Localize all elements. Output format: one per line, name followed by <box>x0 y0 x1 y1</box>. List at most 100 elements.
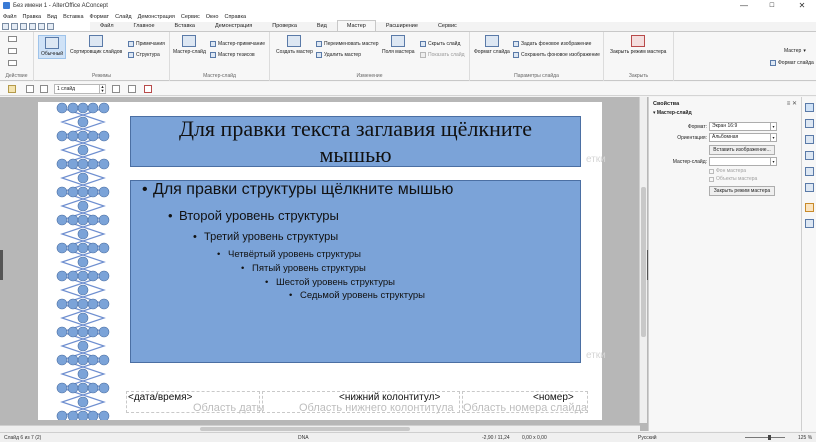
menu-tools[interactable]: Сервис <box>178 14 203 20</box>
orientation-select-value: Альбомная <box>712 134 739 140</box>
slide-sorter-button[interactable]: Сортировщик слайдов <box>70 35 122 55</box>
master-background-checkbox[interactable]: Фон мастера <box>709 168 746 174</box>
menu-help[interactable]: Справка <box>221 14 249 20</box>
orientation-select[interactable]: Альбомная ▾ <box>709 133 777 142</box>
animation-icon[interactable] <box>805 135 814 144</box>
status-zoom[interactable]: 125 % <box>798 435 812 441</box>
sidebar-menu-icon[interactable]: ≡ ✕ <box>787 100 797 107</box>
redo-icon[interactable] <box>8 48 17 54</box>
undo-icon[interactable] <box>38 22 45 30</box>
master-slide-select[interactable]: ▾ <box>709 157 777 166</box>
menu-file[interactable]: Файл <box>0 14 20 20</box>
master-objects-checkbox[interactable]: Объекты мастера <box>709 176 757 182</box>
quick-access-toolbar <box>0 21 90 31</box>
undo-icon[interactable] <box>8 36 17 42</box>
slide-transition-icon[interactable] <box>805 119 814 128</box>
delete-slide-icon[interactable] <box>144 85 152 93</box>
horizontal-scrollbar[interactable] <box>0 425 640 432</box>
set-background-button[interactable]: Задать фоновое изображение <box>513 41 591 47</box>
master-fields-button[interactable]: Поля мастера <box>382 35 415 55</box>
show-slide-icon <box>420 52 426 58</box>
save-icon[interactable] <box>29 22 36 30</box>
slide-format-button[interactable]: Формат слайда <box>474 35 510 55</box>
save-background-button[interactable]: Сохранить фоновое изображение <box>513 52 600 58</box>
theme-icon[interactable] <box>40 85 48 93</box>
master-handouts-button[interactable]: Мастер тезисов <box>210 52 255 58</box>
layout-icon[interactable] <box>26 85 34 93</box>
normal-view-button[interactable]: Обычный <box>38 35 67 59</box>
zoom-slider[interactable] <box>745 435 785 440</box>
open-folder-icon[interactable] <box>20 22 27 30</box>
tab-presentation[interactable]: Демонстрация <box>205 20 262 31</box>
number-placeholder[interactable]: <номер> Область номера слайда <box>462 391 588 414</box>
outline-level-1: • Для правки структуры щёлкните мышью <box>142 181 453 199</box>
slide-format-small-icon <box>770 60 776 66</box>
minimize-button[interactable]: — <box>732 0 756 11</box>
delete-master-button[interactable]: Удалить мастер <box>316 52 361 58</box>
hide-slide-button[interactable]: Скрыть слайд <box>420 41 460 47</box>
close-master-button[interactable]: Закрыть режим мастера <box>610 35 666 55</box>
tab-extension[interactable]: Расширение <box>376 20 428 31</box>
master-slide-button[interactable]: Мастер-слайд <box>173 35 206 55</box>
vertical-scrollbar[interactable] <box>639 97 647 423</box>
slide-count-field[interactable]: 1 слайд ▲ ▼ <box>54 84 106 94</box>
format-select-value: Экран 16:9 <box>712 123 738 129</box>
show-slide-button[interactable]: Показать слайд <box>420 52 465 58</box>
tab-review[interactable]: Проверка <box>262 20 307 31</box>
right-slide-format-button[interactable]: Формат слайда <box>770 60 814 66</box>
slide-show-icon[interactable] <box>8 85 16 93</box>
tab-home[interactable]: Главное <box>124 20 165 31</box>
paint-format-icon[interactable] <box>8 60 17 66</box>
styles-icon[interactable] <box>805 151 814 160</box>
tab-tools[interactable]: Сервис <box>428 20 467 31</box>
footer-placeholder[interactable]: <нижний колонтитул> Область нижнего коло… <box>262 391 460 414</box>
shapes-icon[interactable] <box>805 203 814 212</box>
spin-arrows-icon[interactable]: ▲ ▼ <box>99 85 105 93</box>
master-notes-button[interactable]: Мастер-примечание <box>210 41 265 47</box>
properties-deck-icon[interactable] <box>805 103 814 112</box>
master-dropdown[interactable]: Мастер ▾ <box>784 48 806 54</box>
menu-presentation[interactable]: Демонстрация <box>135 14 178 20</box>
sidebar-section-label: Мастер-слайд <box>656 110 692 116</box>
horizontal-scroll-thumb[interactable] <box>200 427 410 431</box>
menu-format[interactable]: Формат <box>87 14 113 20</box>
master-slide-canvas[interactable]: Для правки текста заглавия щёлкните мышь… <box>38 102 606 420</box>
notes-button[interactable]: Примечания <box>128 41 165 47</box>
outline-placeholder[interactable]: • Для правки структуры щёлкните мышью • … <box>130 180 581 363</box>
tab-insert[interactable]: Вставка <box>165 20 205 31</box>
new-slide-icon[interactable] <box>112 85 120 93</box>
bullet: • <box>142 181 148 198</box>
tab-view[interactable]: Вид <box>307 20 337 31</box>
menu-insert[interactable]: Вставка <box>60 14 86 20</box>
create-master-button[interactable]: Создать мастер <box>276 35 313 55</box>
outline-button[interactable]: Структура <box>128 52 160 58</box>
tab-file[interactable]: Файл <box>90 20 124 31</box>
orientation-label: Ориентация: <box>677 135 707 141</box>
date-placeholder[interactable]: <дата/время> Область даты <box>126 391 264 414</box>
sidebar-section-master-slide[interactable]: ▾ Мастер-слайд <box>653 110 692 116</box>
new-document-icon[interactable] <box>11 22 18 30</box>
save-background-icon <box>513 52 519 58</box>
menu-view[interactable]: Вид <box>44 14 60 20</box>
navigator-icon[interactable] <box>805 183 814 192</box>
duplicate-slide-icon[interactable] <box>128 85 136 93</box>
gallery-icon[interactable] <box>805 167 814 176</box>
title-placeholder[interactable]: Для правки текста заглавия щёлкните мышь… <box>130 116 581 167</box>
tab-master[interactable]: Мастер <box>336 20 376 31</box>
menu-window[interactable]: Окно <box>203 14 222 20</box>
master-slides-icon[interactable] <box>805 219 814 228</box>
left-panel-handle[interactable] <box>0 250 3 280</box>
maximize-button[interactable]: ☐ <box>760 0 784 11</box>
sidebar-close-master-button[interactable]: Закрыть режим мастера <box>709 186 775 196</box>
vertical-scroll-thumb[interactable] <box>641 187 646 337</box>
insert-image-button[interactable]: Вставить изображение... <box>709 145 775 155</box>
zoom-slider-knob[interactable] <box>768 435 771 440</box>
rename-master-button[interactable]: Переименовать мастер <box>316 41 379 47</box>
close-button[interactable]: ✕ <box>790 0 814 11</box>
menu-edit[interactable]: Правка <box>20 14 45 20</box>
redo-icon[interactable] <box>47 22 54 30</box>
format-select[interactable]: Экран 16:9 ▾ <box>709 122 777 131</box>
hide-slide-icon <box>420 41 426 47</box>
toggle-menu-icon[interactable] <box>2 22 9 30</box>
menu-slide[interactable]: Слайд <box>112 14 135 20</box>
